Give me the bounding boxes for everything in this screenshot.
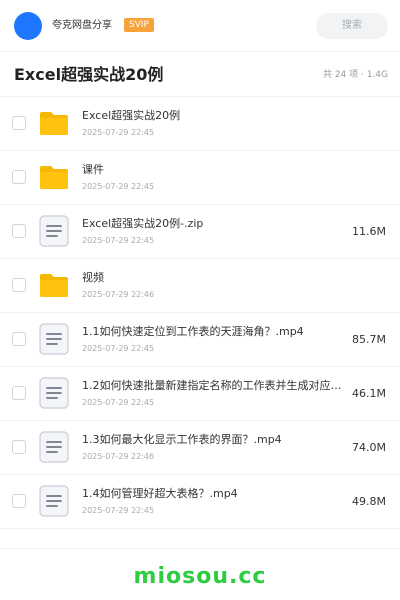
- folder-header: Excel超强实战20例 共 24 项 · 1.4G: [0, 52, 400, 97]
- row-checkbox[interactable]: [12, 332, 26, 346]
- file-date: 2025-07-29 22:46: [82, 290, 155, 299]
- watermark: miosou.cc: [133, 564, 267, 589]
- svip-badge: SVIP: [124, 18, 154, 32]
- file-row[interactable]: 1.3如何最大化显示工作表的界面？.mp4 2025-07-29 22:46 74.…: [0, 421, 400, 475]
- file-name: Excel超强实战20例-.zip: [82, 217, 204, 230]
- file-row[interactable]: 1.1如何快速定位到工作表的天涯海角？.mp4 2025-07-29 22:45 8…: [0, 313, 400, 367]
- file-date: 2025-07-29 22:45: [82, 506, 155, 515]
- avatar[interactable]: [14, 12, 42, 40]
- page-title: Excel超强实战20例: [14, 65, 164, 84]
- row-checkbox[interactable]: [12, 224, 26, 238]
- file-size: 74.0M: [352, 441, 386, 454]
- file-name: 1.3如何最大化显示工作表的界面？.mp4: [82, 433, 282, 446]
- folder-icon: [38, 161, 70, 193]
- document-icon: [38, 215, 70, 247]
- search-button[interactable]: 搜索: [316, 13, 388, 39]
- document-icon: [38, 377, 70, 409]
- row-checkbox[interactable]: [12, 386, 26, 400]
- file-row[interactable]: 1.2如何快速批量新建指定名称的工作表并生成对应目录.mp4 2025-07-29…: [0, 367, 400, 421]
- folder-icon: [38, 107, 70, 139]
- file-row[interactable]: 课件 2025-07-29 22:45: [0, 151, 400, 205]
- file-date: 2025-07-29 22:46: [82, 452, 155, 461]
- file-name: 1.1如何快速定位到工作表的天涯海角？.mp4: [82, 325, 304, 338]
- file-date: 2025-07-29 22:45: [82, 236, 155, 245]
- item-summary: 共 24 项 · 1.4G: [322, 70, 388, 80]
- document-icon: [38, 323, 70, 355]
- file-date: 2025-07-29 22:45: [82, 344, 155, 353]
- file-size: 49.8M: [352, 495, 386, 508]
- file-size: 85.7M: [352, 333, 386, 346]
- file-row[interactable]: 1.4如何管理好超大表格？.mp4 2025-07-29 22:45 49.8M: [0, 475, 400, 529]
- file-name: 课件: [82, 163, 104, 176]
- file-name: 1.4如何管理好超大表格？.mp4: [82, 487, 238, 500]
- document-icon: [38, 431, 70, 463]
- document-icon: [38, 485, 70, 517]
- file-name: 1.2如何快速批量新建指定名称的工作表并生成对应目录.mp4: [82, 379, 350, 392]
- file-row[interactable]: 视频 2025-07-29 22:46: [0, 259, 400, 313]
- row-checkbox[interactable]: [12, 116, 26, 130]
- row-checkbox[interactable]: [12, 170, 26, 184]
- file-name: 视频: [82, 271, 104, 284]
- file-name: Excel超强实战20例: [82, 109, 181, 122]
- file-date: 2025-07-29 22:45: [82, 128, 155, 137]
- row-checkbox[interactable]: [12, 494, 26, 508]
- folder-icon: [38, 269, 70, 301]
- user-name: 夸克网盘分享: [52, 20, 112, 31]
- file-row[interactable]: Excel超强实战20例 2025-07-29 22:45: [0, 97, 400, 151]
- top-bar: 夸克网盘分享 SVIP 搜索: [0, 0, 400, 52]
- row-checkbox[interactable]: [12, 278, 26, 292]
- file-size: 11.6M: [352, 225, 386, 238]
- file-date: 2025-07-29 22:45: [82, 398, 155, 407]
- file-date: 2025-07-29 22:45: [82, 182, 155, 191]
- file-row[interactable]: Excel超强实战20例-.zip 2025-07-29 22:45 11.6M: [0, 205, 400, 259]
- file-size: 46.1M: [352, 387, 386, 400]
- footer: miosou.cc: [0, 548, 400, 600]
- row-checkbox[interactable]: [12, 440, 26, 454]
